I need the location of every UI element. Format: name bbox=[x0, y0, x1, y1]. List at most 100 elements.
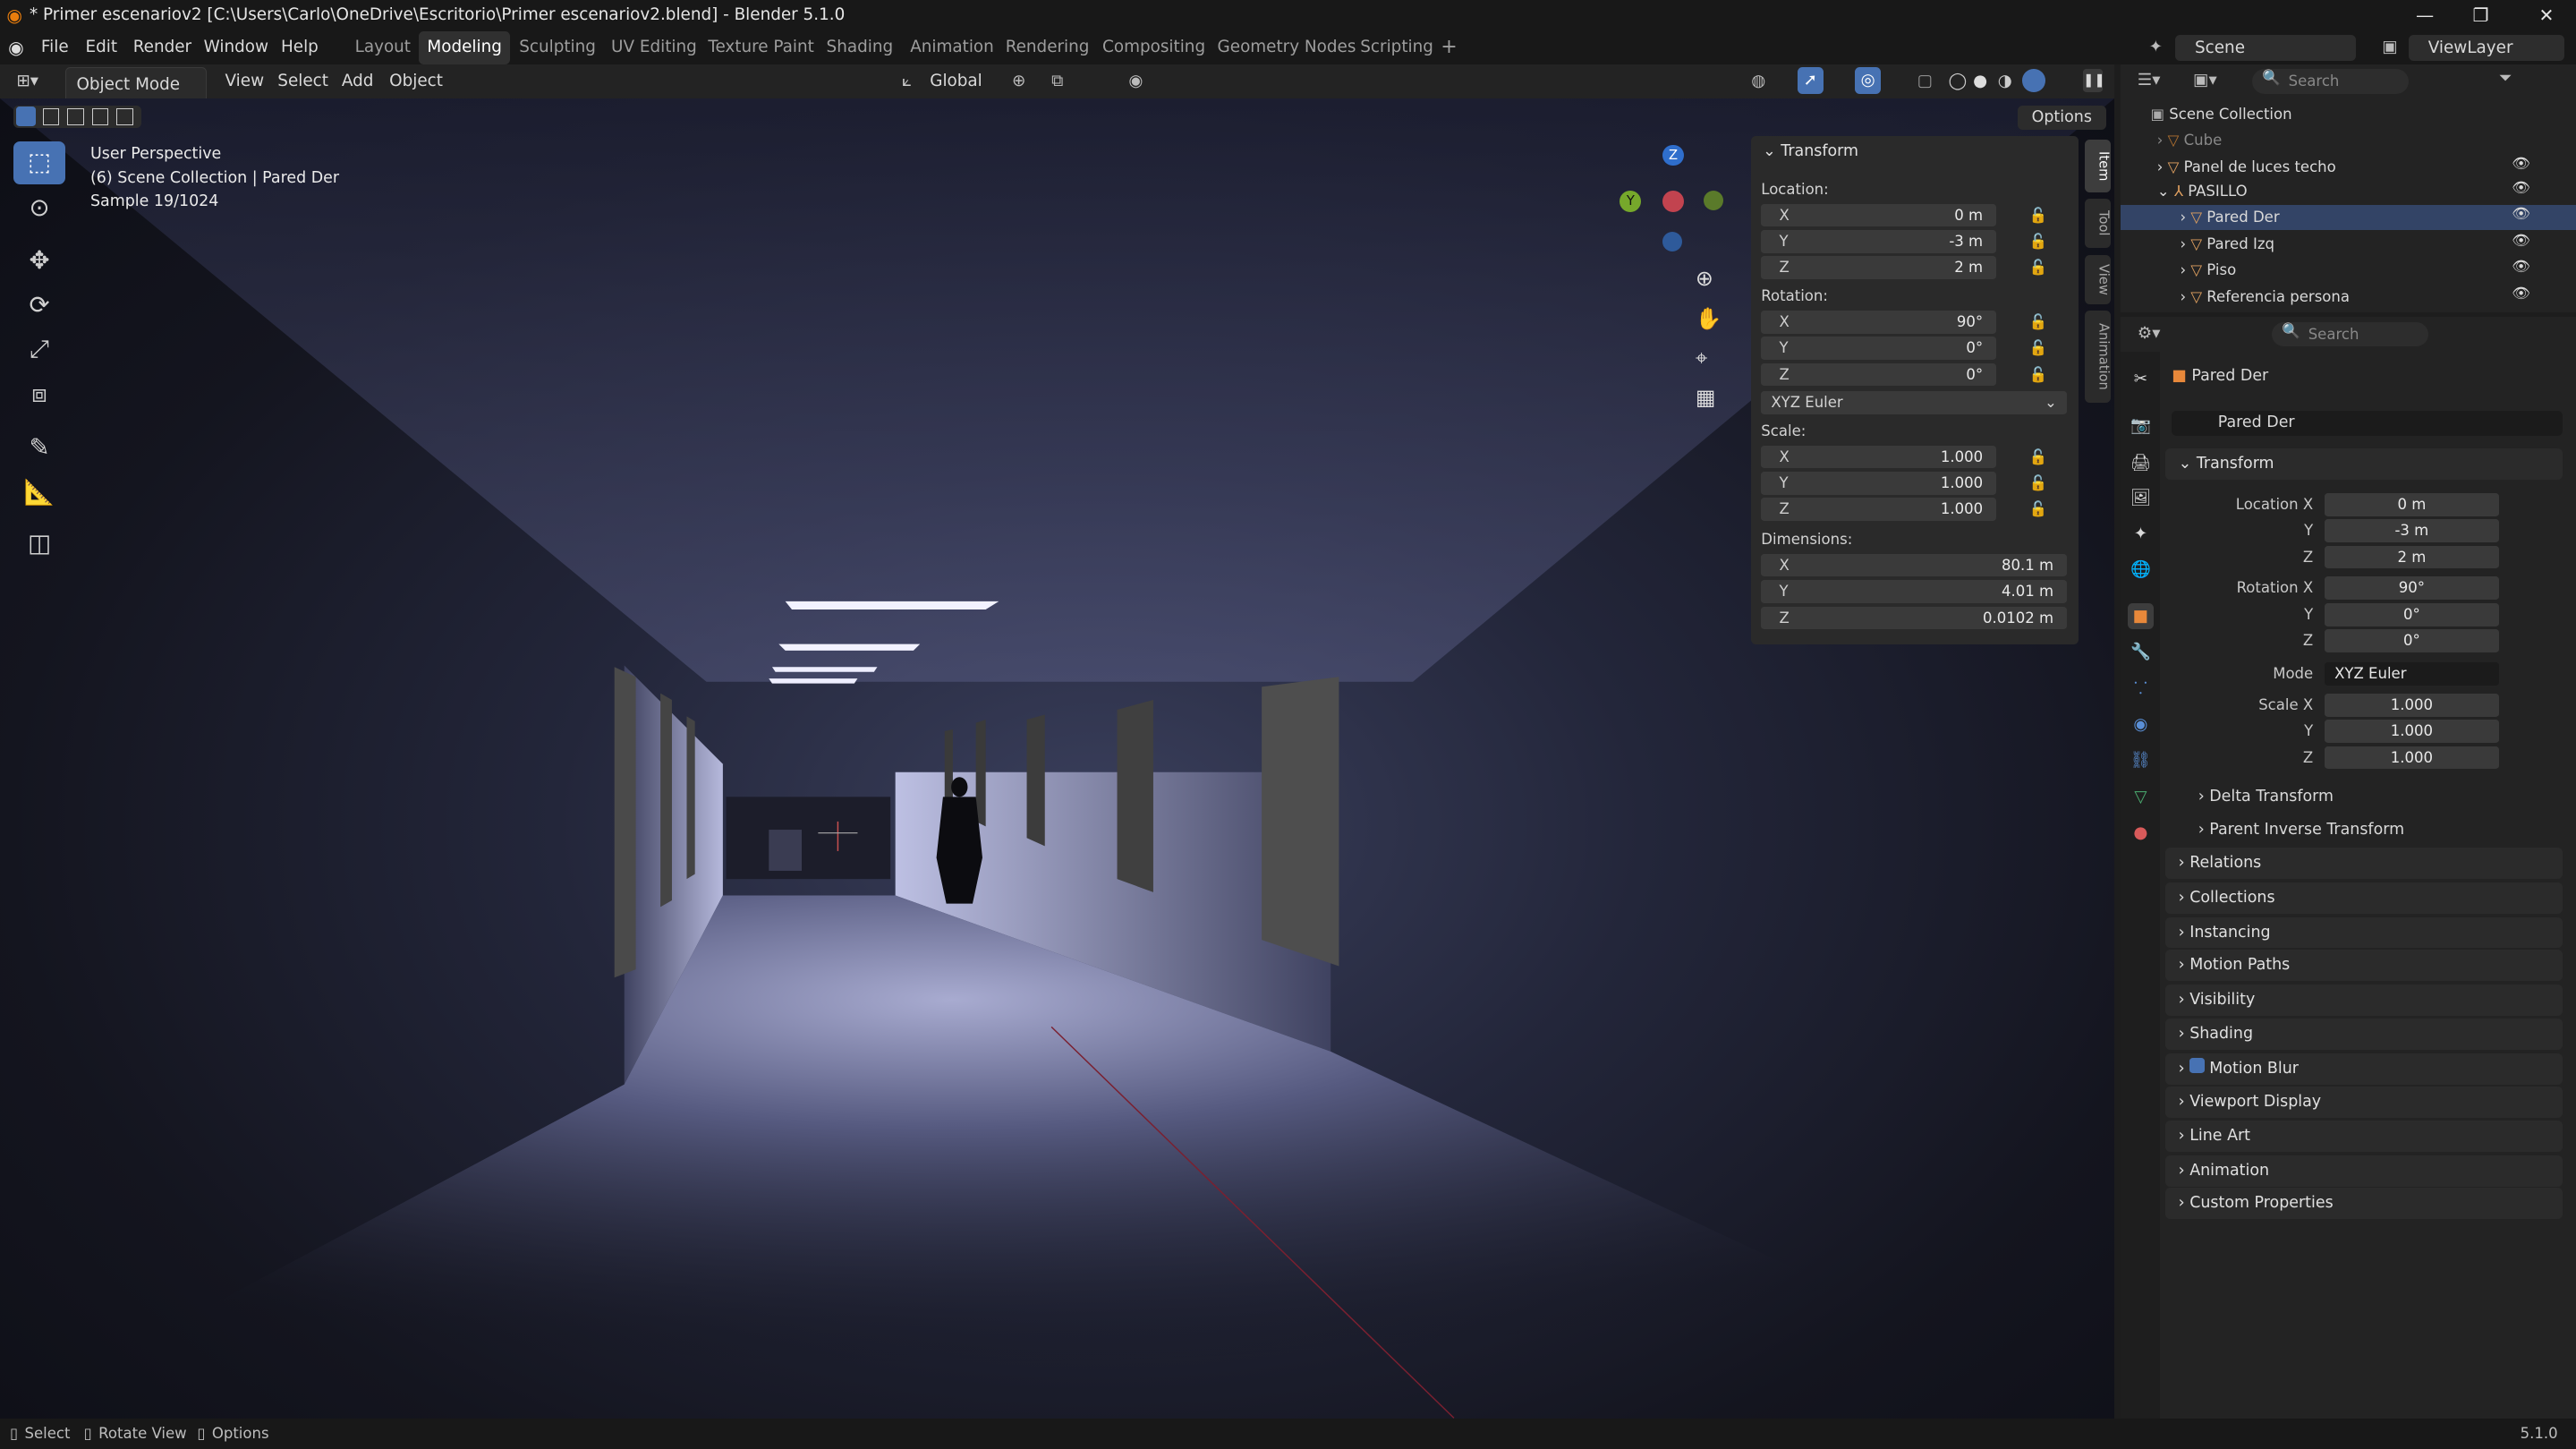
select-new-icon[interactable] bbox=[16, 107, 37, 127]
parent-inverse-subpanel[interactable]: › Parent Inverse Transform bbox=[2198, 820, 2404, 840]
prop-scale-x[interactable]: 1.000 bbox=[2325, 693, 2499, 717]
scale-tool-icon[interactable]: ⤢ bbox=[13, 328, 66, 371]
tab-uv-editing[interactable]: UV Editing bbox=[611, 31, 697, 64]
prop-location-z[interactable]: 2 m bbox=[2325, 545, 2499, 569]
xray-icon[interactable]: ▢ bbox=[1917, 64, 1933, 99]
outliner-item-panel[interactable]: › ▽ Panel de luces techo bbox=[2121, 155, 2576, 180]
options-dropdown[interactable]: Options bbox=[2017, 105, 2106, 131]
tab-modeling[interactable]: Modeling bbox=[419, 30, 511, 64]
overlay-toggle-icon[interactable]: ◎ bbox=[1854, 67, 1882, 94]
dimensions-x-field[interactable]: X 80.1 m bbox=[1761, 553, 2067, 577]
menu-add[interactable]: Add bbox=[342, 64, 374, 99]
rotation-z-field[interactable]: Z 0° bbox=[1761, 362, 1996, 387]
viewlayer-selector[interactable]: ViewLayer bbox=[2408, 34, 2565, 61]
location-x-field[interactable]: X0 m bbox=[1761, 203, 1996, 227]
annotate-tool-icon[interactable]: ✎ bbox=[13, 427, 66, 470]
gizmo-z-axis[interactable]: Z bbox=[1662, 144, 1684, 166]
tab-item[interactable]: Item bbox=[2085, 140, 2112, 192]
lock-icon[interactable]: 🔓 bbox=[2029, 472, 2048, 495]
menu-view[interactable]: View bbox=[225, 64, 265, 99]
eye-icon[interactable]: 👁 bbox=[2512, 179, 2530, 197]
outliner-item-referencia[interactable]: › ▽ Referencia persona bbox=[2121, 285, 2576, 310]
gizmo-neg-y-axis[interactable] bbox=[1704, 190, 1724, 210]
location-z-field[interactable]: Z2 m bbox=[1761, 256, 1996, 280]
delta-transform-subpanel[interactable]: › Delta Transform bbox=[2198, 787, 2334, 806]
material-shading-icon[interactable]: ◑ bbox=[1998, 64, 2012, 99]
minimize-icon[interactable]: — bbox=[2401, 0, 2450, 31]
lock-icon[interactable]: 🔓 bbox=[2029, 256, 2048, 279]
gizmo-x-axis[interactable] bbox=[1662, 190, 1684, 212]
lock-icon[interactable]: 🔓 bbox=[2029, 311, 2048, 334]
lock-icon[interactable]: 🔓 bbox=[2029, 363, 2048, 387]
particles-props-icon[interactable]: ⸪ bbox=[2128, 676, 2154, 702]
outliner-scene-collection[interactable]: ▣ Scene Collection bbox=[2121, 102, 2576, 127]
select-mode-group[interactable] bbox=[13, 105, 141, 129]
tool-props-icon[interactable]: ✂ bbox=[2128, 366, 2154, 392]
scene-props-icon[interactable]: ✦ bbox=[2128, 521, 2154, 547]
tab-tool[interactable]: Tool bbox=[2085, 199, 2112, 249]
pan-hand-icon[interactable]: ✋ bbox=[1696, 306, 1722, 331]
lock-icon[interactable]: 🔓 bbox=[2029, 446, 2048, 469]
material-props-icon[interactable]: ● bbox=[2128, 820, 2154, 846]
outliner-editor-icon[interactable]: ☰▾ bbox=[2138, 71, 2161, 89]
ortho-toggle-icon[interactable]: ▦ bbox=[1696, 385, 1716, 410]
eye-icon[interactable]: 👁 bbox=[2512, 232, 2530, 250]
menu-edit[interactable]: Edit bbox=[85, 31, 117, 64]
tab-scripting[interactable]: Scripting bbox=[1360, 31, 1433, 64]
scale-z-field[interactable]: Z 1.000 bbox=[1761, 498, 1996, 522]
object-props-icon[interactable]: ■ bbox=[2127, 602, 2155, 630]
modifier-props-icon[interactable]: 🔧 bbox=[2128, 639, 2154, 665]
tab-animation-side[interactable]: Animation bbox=[2085, 311, 2112, 403]
orientation-dropdown[interactable]: Global bbox=[930, 64, 982, 99]
gizmo-y-axis[interactable]: Y bbox=[1620, 190, 1642, 212]
rotation-y-field[interactable]: Y 0° bbox=[1761, 337, 1996, 361]
lock-icon[interactable]: 🔓 bbox=[2029, 498, 2048, 521]
rotation-mode-select[interactable]: XYZ Euler bbox=[2325, 661, 2499, 686]
dimensions-y-field[interactable]: Y 4.01 m bbox=[1761, 580, 2067, 603]
menu-help[interactable]: Help bbox=[281, 31, 319, 64]
motion-blur-checkbox[interactable] bbox=[2189, 1058, 2205, 1073]
navigation-gizmo[interactable]: Z Y bbox=[1613, 141, 1729, 257]
visibility-icon[interactable]: ◍ bbox=[1751, 64, 1765, 99]
panel-motion-paths[interactable]: › Motion Paths bbox=[2164, 950, 2563, 982]
tab-layout[interactable]: Layout bbox=[355, 31, 411, 64]
scene-selector[interactable]: Scene bbox=[2174, 34, 2356, 61]
select-invert-icon[interactable] bbox=[91, 108, 109, 125]
prop-rotation-z[interactable]: 0° bbox=[2325, 629, 2499, 652]
transform-panel-header[interactable]: ⌄ Transform bbox=[2164, 448, 2563, 481]
restore-icon[interactable]: ❐ bbox=[2456, 0, 2505, 31]
tab-sculpting[interactable]: Sculpting bbox=[519, 31, 596, 64]
menu-file[interactable]: File bbox=[41, 31, 69, 64]
panel-collections[interactable]: › Collections bbox=[2164, 882, 2563, 914]
data-props-icon[interactable]: ▽ bbox=[2128, 784, 2154, 810]
view-layer-props-icon[interactable]: 🖼 bbox=[2128, 485, 2154, 511]
menu-render[interactable]: Render bbox=[133, 31, 191, 64]
prop-scale-z[interactable]: 1.000 bbox=[2325, 746, 2499, 770]
prop-scale-y[interactable]: 1.000 bbox=[2325, 720, 2499, 743]
menu-window[interactable]: Window bbox=[204, 31, 268, 64]
properties-editor-icon[interactable]: ⚙▾ bbox=[2138, 324, 2161, 343]
tab-shading[interactable]: Shading bbox=[827, 31, 894, 64]
wireframe-shading-icon[interactable]: ◯ bbox=[1949, 64, 1968, 99]
prop-rotation-x[interactable]: 90° bbox=[2325, 576, 2499, 601]
close-icon[interactable]: ✕ bbox=[2521, 0, 2571, 31]
panel-instancing[interactable]: › Instancing bbox=[2164, 916, 2563, 949]
select-extend-icon[interactable] bbox=[42, 108, 60, 125]
gizmo-neg-z-axis[interactable] bbox=[1662, 231, 1683, 251]
gizmo-toggle-icon[interactable]: ➚ bbox=[1797, 67, 1824, 94]
panel-relations[interactable]: › Relations bbox=[2164, 848, 2563, 880]
cursor-tool-icon[interactable]: ⊙ bbox=[13, 187, 66, 230]
rotation-x-field[interactable]: X 90° bbox=[1761, 311, 1996, 334]
rendered-shading-icon[interactable] bbox=[2022, 69, 2045, 92]
panel-animation[interactable]: › Animation bbox=[2164, 1155, 2563, 1187]
panel-shading[interactable]: › Shading bbox=[2164, 1019, 2563, 1051]
world-props-icon[interactable]: 🌐 bbox=[2128, 557, 2154, 583]
scene-icon[interactable]: ✦ bbox=[2149, 31, 2163, 64]
prop-location-x[interactable]: 0 m bbox=[2325, 492, 2499, 516]
transform-tool-icon[interactable]: ⧈ bbox=[13, 373, 66, 416]
tab-rendering[interactable]: Rendering bbox=[1006, 31, 1090, 64]
dimensions-z-field[interactable]: Z 0.0102 m bbox=[1761, 606, 2067, 630]
location-y-field[interactable]: Y -3 m bbox=[1761, 230, 1996, 253]
proportional-edit-icon[interactable]: ◉ bbox=[1128, 64, 1143, 99]
menu-object[interactable]: Object bbox=[389, 64, 443, 99]
